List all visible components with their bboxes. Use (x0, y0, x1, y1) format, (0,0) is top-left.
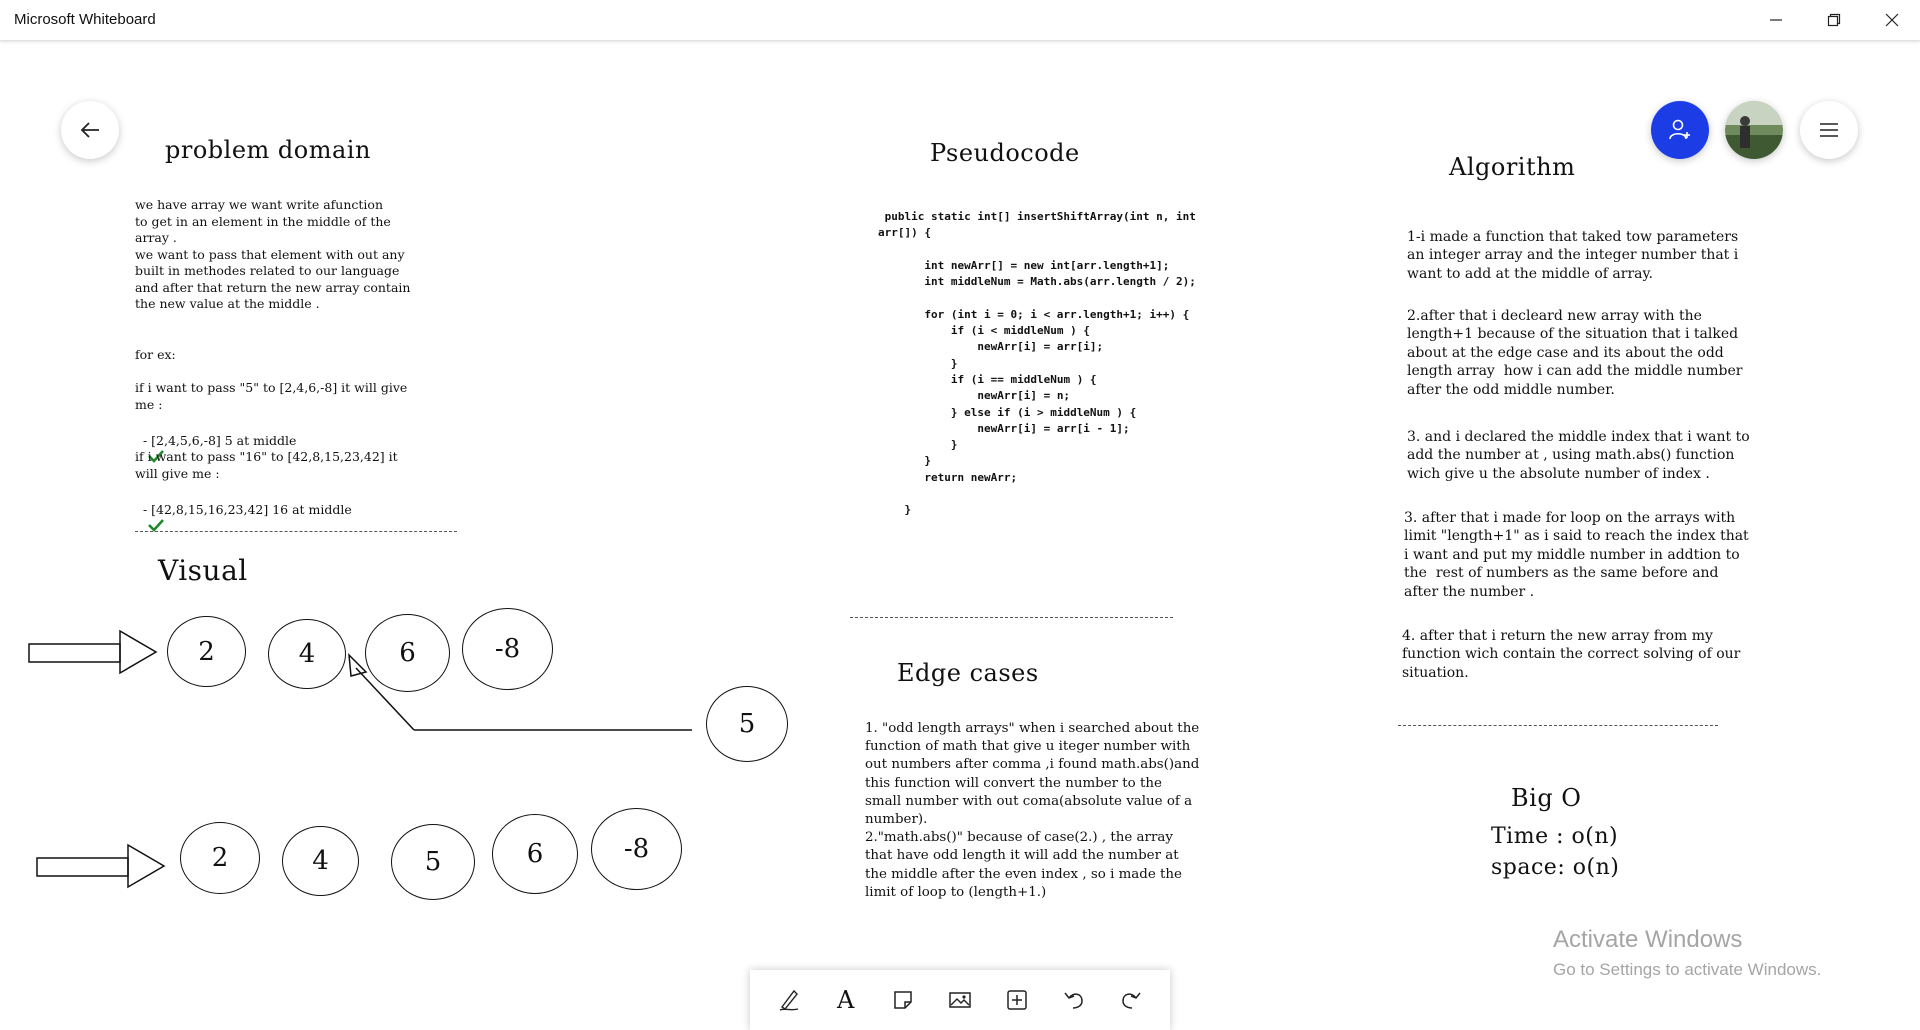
big-o-heading: Big O (1511, 784, 1582, 812)
space-complexity: space: o(n) (1491, 855, 1620, 880)
output-arrow (36, 843, 166, 889)
sticky-note-button[interactable] (883, 980, 923, 1020)
image-button[interactable] (940, 980, 980, 1020)
result-array-element: 2 (180, 822, 260, 894)
result-array-element: 4 (282, 826, 359, 896)
redo-button[interactable] (1111, 980, 1151, 1020)
edge-cases-text: 1. "odd length arrays" when i searched a… (865, 721, 1200, 900)
activation-watermark-subtitle: Go to Settings to activate Windows. (1553, 960, 1822, 979)
bottom-toolbar: A (750, 970, 1170, 1030)
text-tool-button[interactable]: A (826, 980, 866, 1020)
insert-value-element: 5 (706, 686, 788, 762)
image-icon (949, 992, 971, 1008)
pen-tool-button[interactable] (769, 980, 809, 1020)
result-array-element: -8 (591, 808, 682, 890)
activation-watermark-title: Activate Windows (1553, 926, 1743, 953)
undo-button[interactable] (1054, 980, 1094, 1020)
text-icon: A (837, 986, 855, 1014)
add-icon (1007, 990, 1027, 1010)
array-element: 4 (268, 619, 346, 689)
array-element: 6 (365, 614, 450, 692)
array-element: 2 (167, 616, 246, 687)
time-complexity: Time : o(n) (1491, 824, 1619, 849)
result-array-element: 5 (391, 824, 475, 900)
pen-icon (779, 989, 798, 1011)
sticky-note-icon (894, 991, 912, 1009)
result-array-element: 6 (492, 814, 578, 894)
edge-cases-heading: Edge cases (897, 659, 1039, 687)
array-element: -8 (462, 608, 553, 690)
insert-button[interactable] (997, 980, 1037, 1020)
input-arrow (28, 629, 158, 675)
undo-icon (1064, 992, 1084, 1009)
redo-icon (1122, 992, 1141, 1009)
